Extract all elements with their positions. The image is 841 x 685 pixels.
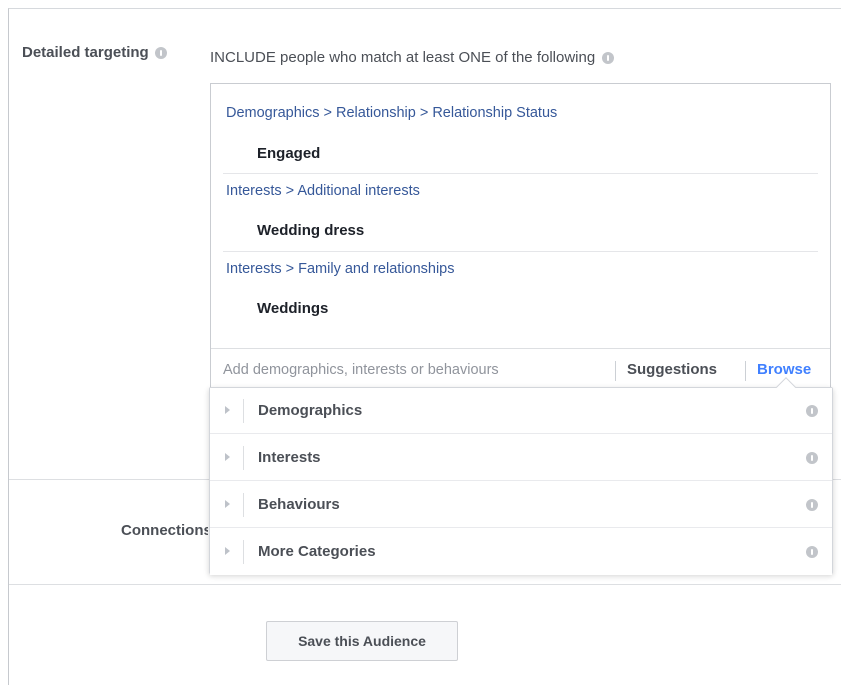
save-audience-button[interactable]: Save this Audience [266, 621, 458, 661]
target-value: Engaged [257, 145, 321, 162]
add-targeting-input[interactable] [223, 359, 603, 381]
connections-label: Connections [121, 522, 208, 539]
target-path-link[interactable]: Interests > Family and relationships [226, 261, 454, 277]
divider [243, 446, 244, 470]
include-title: INCLUDE people who match at least ONE of… [210, 49, 615, 66]
divider [243, 540, 244, 564]
target-path-link[interactable]: Interests > Additional interests [226, 183, 420, 199]
target-value: Wedding dress [257, 222, 365, 239]
category-label: Interests [258, 449, 321, 466]
category-label: Behaviours [258, 496, 340, 513]
detailed-targeting-label: Detailed targeting [22, 44, 167, 61]
browse-category-demographics[interactable]: Demographics [210, 388, 832, 434]
expand-arrow-icon[interactable] [225, 406, 230, 414]
target-value: Weddings [257, 300, 329, 317]
info-icon[interactable] [154, 46, 167, 59]
expand-arrow-icon[interactable] [225, 547, 230, 555]
browse-category-more-categories[interactable]: More Categories [210, 529, 832, 575]
expand-arrow-icon[interactable] [225, 453, 230, 461]
browse-link[interactable]: Browse [757, 361, 811, 378]
info-icon[interactable] [806, 499, 818, 511]
info-icon[interactable] [602, 51, 615, 64]
divider [745, 361, 746, 381]
divider [243, 399, 244, 423]
info-icon[interactable] [806, 546, 818, 558]
expand-arrow-icon[interactable] [225, 500, 230, 508]
group-divider [223, 251, 818, 252]
group-divider [223, 173, 818, 174]
category-label: More Categories [258, 543, 376, 560]
browse-category-interests[interactable]: Interests [210, 435, 832, 481]
targeting-selection-box: Demographics > Relationship > Relationsh… [210, 83, 831, 393]
divider [615, 361, 616, 381]
category-label: Demographics [258, 402, 363, 419]
divider [243, 493, 244, 517]
suggestions-link[interactable]: Suggestions [627, 361, 717, 378]
info-icon[interactable] [806, 452, 818, 464]
section-divider [9, 584, 841, 585]
browse-dropdown: Demographics Interests Behaviours More C… [209, 377, 833, 575]
target-path-link[interactable]: Demographics > Relationship > Relationsh… [226, 105, 557, 121]
detailed-targeting-label-text: Detailed targeting [22, 44, 149, 61]
info-icon[interactable] [806, 405, 818, 417]
browse-category-behaviours[interactable]: Behaviours [210, 482, 832, 528]
include-title-text: INCLUDE people who match at least ONE of… [210, 49, 596, 66]
